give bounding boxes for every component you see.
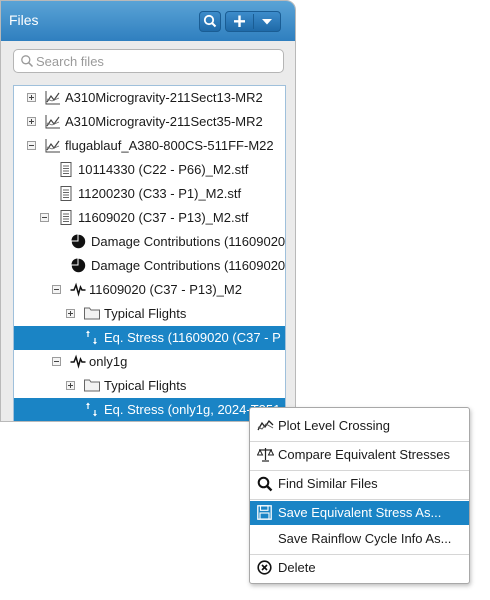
menu-item-label: Delete: [278, 560, 316, 575]
tree-row[interactable]: Typical Flights: [14, 302, 285, 326]
search-icon: [257, 476, 273, 492]
tree-row[interactable]: 11609020 (C37 - P13)_M2.stf: [14, 206, 285, 230]
document-icon: [60, 210, 72, 225]
tree-row[interactable]: flugablauf_A380-800CS-511FF-M22: [14, 134, 285, 158]
menu-item-compare-equivalent-stresses[interactable]: Compare Equivalent Stresses: [250, 443, 469, 467]
collapse-toggle[interactable]: [52, 357, 61, 366]
tree-row-label: Typical Flights: [104, 306, 187, 321]
plus-icon: [234, 15, 245, 27]
tree-row[interactable]: Eq. Stress (11609020 (C37 - P: [14, 326, 285, 350]
panel-title: Files: [9, 12, 39, 28]
expand-toggle[interactable]: [66, 309, 75, 318]
tree-row[interactable]: A310Microgravity-211Sect35-MR2: [14, 110, 285, 134]
menu-item-label: Plot Level Crossing: [278, 418, 390, 433]
chart-line-icon: [45, 139, 60, 153]
search-button[interactable]: [199, 11, 221, 32]
level-crossing-icon: [257, 419, 274, 431]
tree-row[interactable]: Damage Contributions (11609020: [14, 230, 285, 254]
save-icon: [257, 505, 272, 520]
menu-divider: [250, 441, 469, 442]
tree-row[interactable]: only1g: [14, 350, 285, 374]
search-icon: [203, 14, 217, 28]
stress-icon: [86, 330, 97, 345]
tree-row-label: 11609020 (C37 - P13)_M2: [89, 282, 242, 297]
stress-icon: [86, 402, 97, 417]
tree-row[interactable]: 11200230 (C33 - P1)_M2.stf: [14, 182, 285, 206]
menu-item-label: Save Rainflow Cycle Info As...: [278, 531, 452, 546]
folder-icon: [84, 379, 100, 392]
tree-row-label: 11200230 (C33 - P1)_M2.stf: [78, 186, 242, 201]
menu-item-find-similar-files[interactable]: Find Similar Files: [250, 472, 469, 496]
menu-item-delete[interactable]: Delete: [250, 556, 469, 580]
search-icon: [21, 55, 34, 68]
tree-row[interactable]: Damage Contributions (11609020: [14, 254, 285, 278]
tree-row-label: flugablauf_A380-800CS-511FF-M22: [65, 138, 274, 153]
tree-row-label: Damage Contributions (11609020: [91, 234, 286, 249]
tree-row-label: Eq. Stress (11609020 (C37 - P: [104, 330, 281, 345]
collapse-toggle[interactable]: [27, 141, 36, 150]
tree-row-label: A310Microgravity-211Sect13-MR2: [65, 90, 263, 105]
tree-row[interactable]: 11609020 (C37 - P13)_M2: [14, 278, 285, 302]
tree-row-label: Damage Contributions (11609020: [91, 258, 286, 273]
folder-icon: [84, 307, 100, 320]
search-box: [13, 49, 284, 73]
pie-chart-icon: [71, 258, 86, 273]
tree-row-label: 11609020 (C37 - P13)_M2.stf: [78, 210, 249, 225]
files-panel: Files Search files A310Microgravity-211S…: [0, 0, 296, 422]
chart-line-icon: [45, 91, 60, 105]
search-input[interactable]: [36, 51, 276, 71]
collapse-toggle[interactable]: [40, 213, 49, 222]
tree-row-label: A310Microgravity-211Sect35-MR2: [65, 114, 263, 129]
expand-toggle[interactable]: [27, 117, 36, 126]
panel-header: Files: [1, 1, 295, 41]
tree-row-label: only1g: [89, 354, 128, 369]
collapse-toggle[interactable]: [52, 285, 61, 294]
add-file-button[interactable]: [225, 11, 281, 32]
menu-divider: [250, 470, 469, 471]
menu-item-plot-level-crossing[interactable]: Plot Level Crossing: [250, 414, 469, 438]
menu-divider: [250, 554, 469, 555]
document-icon: [60, 162, 72, 177]
tree-row[interactable]: Eq. Stress (only1g, 2024-T351: [14, 398, 285, 421]
tree-row[interactable]: A310Microgravity-211Sect13-MR2: [14, 86, 285, 110]
menu-item-label: Compare Equivalent Stresses: [278, 447, 450, 462]
file-tree[interactable]: A310Microgravity-211Sect13-MR2 A310Micro…: [13, 85, 286, 421]
menu-item-label: Save Equivalent Stress As...: [278, 505, 442, 520]
tree-row[interactable]: 10114330 (C22 - P66)_M2.stf: [14, 158, 285, 182]
tree-row[interactable]: Typical Flights: [14, 374, 285, 398]
menu-item-save-rainflow-cycle-info[interactable]: Save Rainflow Cycle Info As...: [250, 527, 469, 551]
pie-chart-icon: [71, 234, 86, 249]
expand-toggle[interactable]: [27, 93, 36, 102]
tree-row-label: Typical Flights: [104, 378, 187, 393]
chart-line-icon: [45, 115, 60, 129]
chevron-down-icon[interactable]: [254, 12, 280, 31]
document-icon: [60, 186, 72, 201]
menu-divider: [250, 499, 469, 500]
tree-row-label: 10114330 (C22 - P66)_M2.stf: [78, 162, 249, 177]
context-menu: Plot Level Crossing Compare Equivalent S…: [249, 407, 470, 584]
expand-toggle[interactable]: [66, 381, 75, 390]
signal-icon: [70, 354, 86, 369]
menu-item-save-equivalent-stress[interactable]: Save Equivalent Stress As...: [250, 501, 469, 525]
delete-icon: [257, 560, 272, 575]
signal-icon: [70, 282, 86, 297]
balance-icon: [257, 448, 274, 462]
menu-item-label: Find Similar Files: [278, 476, 378, 491]
